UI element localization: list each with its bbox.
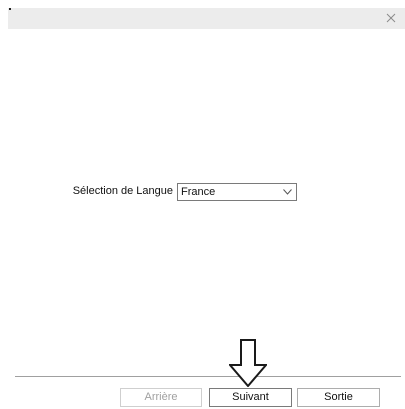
setup-dialog: Sélection de Langue France Arrière Suiva…	[0, 0, 405, 409]
next-button[interactable]: Suivant	[209, 388, 292, 407]
chevron-down-icon	[283, 189, 292, 195]
footer-divider	[15, 376, 401, 377]
language-select[interactable]: France	[177, 183, 297, 201]
language-label: Sélection de Langue	[72, 185, 173, 197]
exit-button[interactable]: Sortie	[297, 388, 380, 407]
close-icon	[386, 13, 396, 23]
down-arrow-icon	[229, 339, 267, 387]
language-row: Sélection de Langue France	[0, 183, 405, 203]
back-button[interactable]: Arrière	[120, 388, 202, 407]
window-corner-mark	[9, 8, 11, 10]
close-button[interactable]	[383, 10, 399, 26]
language-select-value: France	[181, 186, 216, 198]
title-bar	[8, 8, 405, 29]
